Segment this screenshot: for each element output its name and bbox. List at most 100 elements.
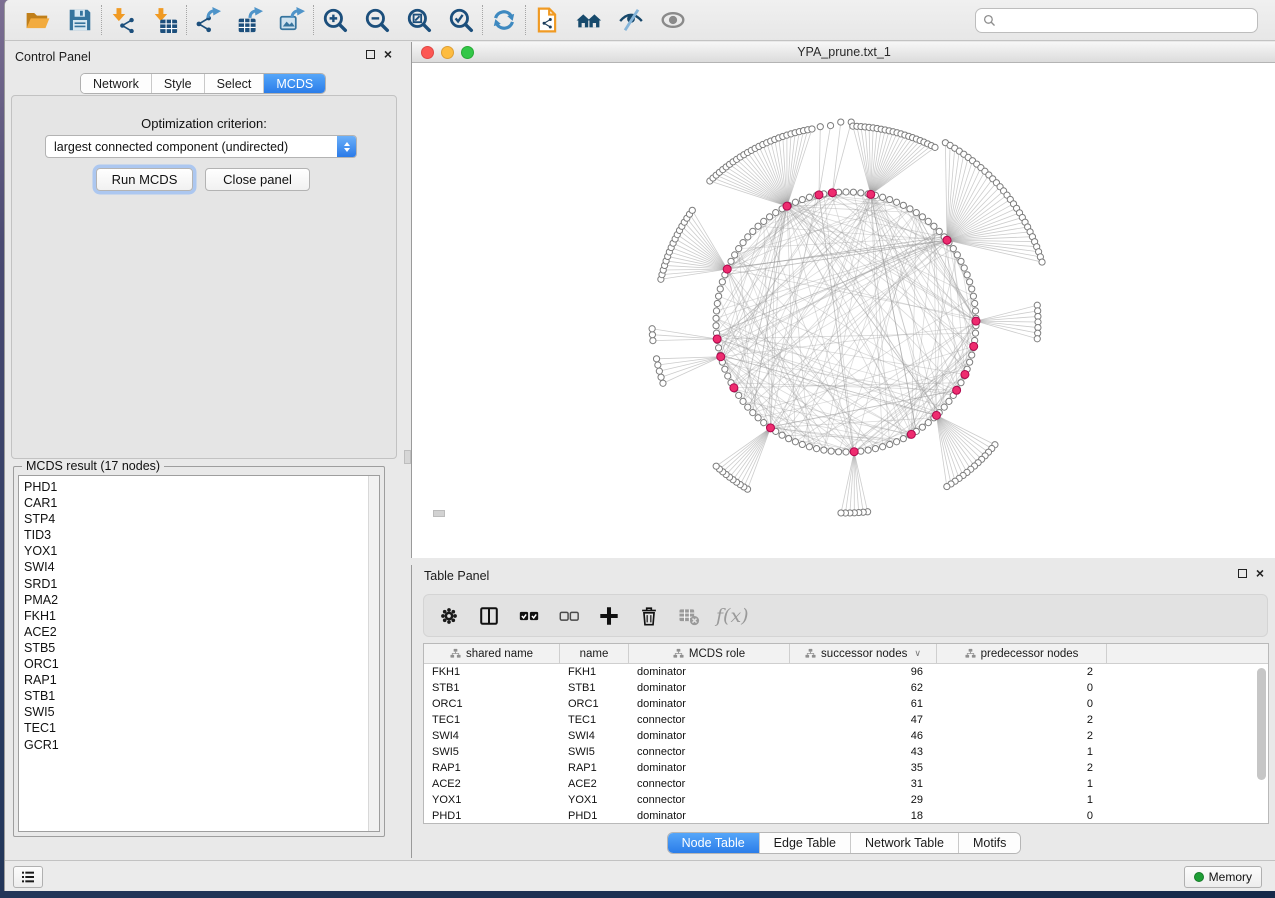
result-node[interactable]: TID3	[19, 527, 379, 543]
graph-node[interactable]	[913, 210, 919, 216]
graph-leaf-node[interactable]	[817, 124, 823, 130]
table-cell[interactable]: SWI4	[424, 728, 560, 744]
split-view-icon[interactable]	[476, 603, 502, 629]
mcds-dominator-node[interactable]	[961, 370, 969, 378]
table-cell[interactable]: 0	[937, 808, 1107, 824]
graph-leaf-node[interactable]	[658, 374, 664, 380]
table-row[interactable]: TEC1TEC1connector472	[424, 712, 1268, 728]
graph-node[interactable]	[722, 366, 728, 372]
tab-select[interactable]: Select	[205, 74, 265, 93]
table-cell[interactable]: SWI5	[560, 744, 629, 760]
graph-leaf-node[interactable]	[653, 356, 659, 362]
table-cell[interactable]: 2	[937, 728, 1107, 744]
table-cell[interactable]: 61	[790, 696, 937, 712]
graph-node[interactable]	[713, 315, 719, 321]
graph-node[interactable]	[900, 202, 906, 208]
close-table-panel-icon[interactable]: ×	[1256, 569, 1264, 578]
table-cell[interactable]: 1	[937, 776, 1107, 792]
graph-node[interactable]	[967, 359, 973, 365]
graph-node[interactable]	[850, 189, 856, 195]
graph-leaf-node[interactable]	[689, 207, 695, 213]
zoom-selected-icon[interactable]	[446, 5, 476, 35]
graph-node[interactable]	[894, 439, 900, 445]
table-cell[interactable]: dominator	[629, 760, 790, 776]
network-graph[interactable]	[412, 63, 1275, 558]
delete-column-icon[interactable]	[636, 603, 662, 629]
table-cell[interactable]: 2	[937, 760, 1107, 776]
graph-node[interactable]	[969, 352, 975, 358]
table-cell[interactable]: connector	[629, 712, 790, 728]
graph-leaf-node[interactable]	[649, 332, 655, 338]
mcds-dominator-node[interactable]	[828, 189, 836, 197]
table-cell[interactable]: TEC1	[424, 712, 560, 728]
table-cell[interactable]: TEC1	[560, 712, 629, 728]
graph-leaf-node[interactable]	[649, 326, 655, 332]
table-cell[interactable]: dominator	[629, 696, 790, 712]
table-row[interactable]: PHD1PHD1dominator180	[424, 808, 1268, 824]
export-image-icon[interactable]	[277, 5, 307, 35]
tab-edge-table[interactable]: Edge Table	[760, 833, 851, 853]
splitter-grip[interactable]	[404, 450, 411, 464]
graph-leaf-node[interactable]	[660, 380, 666, 386]
table-cell[interactable]: dominator	[629, 664, 790, 680]
mcds-dominator-node[interactable]	[907, 430, 915, 438]
graph-node[interactable]	[719, 279, 725, 285]
table-cell[interactable]: connector	[629, 776, 790, 792]
mcds-dominator-node[interactable]	[943, 236, 951, 244]
graph-node[interactable]	[779, 432, 785, 438]
graph-node[interactable]	[766, 214, 772, 220]
result-list-scrollbar[interactable]	[368, 476, 379, 831]
graph-node[interactable]	[961, 265, 967, 271]
graph-leaf-node[interactable]	[650, 337, 656, 343]
float-table-panel-icon[interactable]	[1238, 569, 1247, 578]
table-cell[interactable]: 0	[937, 680, 1107, 696]
graph-node[interactable]	[715, 345, 721, 351]
mcds-dominator-node[interactable]	[717, 353, 725, 361]
mcds-dominator-node[interactable]	[723, 265, 731, 273]
result-node[interactable]: PHD1	[19, 479, 379, 495]
result-node[interactable]: YOX1	[19, 543, 379, 559]
mcds-dominator-node[interactable]	[867, 190, 875, 198]
column-header-shared-name[interactable]: shared name	[424, 644, 560, 663]
graph-node[interactable]	[894, 199, 900, 205]
table-cell[interactable]: PHD1	[424, 808, 560, 824]
table-row[interactable]: ACE2ACE2connector311	[424, 776, 1268, 792]
graph-node[interactable]	[972, 300, 978, 306]
table-cell[interactable]: YOX1	[560, 792, 629, 808]
table-cell[interactable]: dominator	[629, 808, 790, 824]
graph-node[interactable]	[969, 286, 975, 292]
column-header-MCDS-role[interactable]: MCDS role	[629, 644, 790, 663]
result-node[interactable]: SWI4	[19, 559, 379, 575]
table-cell[interactable]: 35	[790, 760, 937, 776]
mcds-dominator-node[interactable]	[730, 384, 738, 392]
graph-node[interactable]	[936, 228, 942, 234]
graph-node[interactable]	[745, 404, 751, 410]
table-cell[interactable]: 46	[790, 728, 937, 744]
table-cell[interactable]: STB1	[424, 680, 560, 696]
table-cell[interactable]: FKH1	[560, 664, 629, 680]
optimization-criterion-select[interactable]: largest connected component (undirected)	[45, 135, 357, 158]
graph-node[interactable]	[799, 441, 805, 447]
table-cell[interactable]: dominator	[629, 728, 790, 744]
graph-node[interactable]	[946, 398, 952, 404]
graph-leaf-node[interactable]	[827, 123, 833, 129]
mcds-dominator-node[interactable]	[767, 424, 775, 432]
table-cell[interactable]: RAP1	[560, 760, 629, 776]
hide-graphics-icon[interactable]	[616, 5, 646, 35]
graph-node[interactable]	[970, 293, 976, 299]
table-cell[interactable]: SWI5	[424, 744, 560, 760]
graph-node[interactable]	[835, 449, 841, 455]
export-network-icon[interactable]	[193, 5, 223, 35]
table-cell[interactable]: ACE2	[424, 776, 560, 792]
result-node[interactable]: SWI5	[19, 704, 379, 720]
network-window-titlebar[interactable]: YPA_prune.txt_1	[412, 42, 1275, 63]
graph-node[interactable]	[806, 444, 812, 450]
close-panel-icon[interactable]: ×	[384, 50, 392, 59]
graph-node[interactable]	[761, 420, 767, 426]
graph-node[interactable]	[900, 436, 906, 442]
graph-node[interactable]	[858, 448, 864, 454]
table-cell[interactable]: ACE2	[560, 776, 629, 792]
column-header-name[interactable]: name	[560, 644, 629, 663]
table-cell[interactable]: connector	[629, 744, 790, 760]
table-row[interactable]: FKH1FKH1dominator962	[424, 664, 1268, 680]
